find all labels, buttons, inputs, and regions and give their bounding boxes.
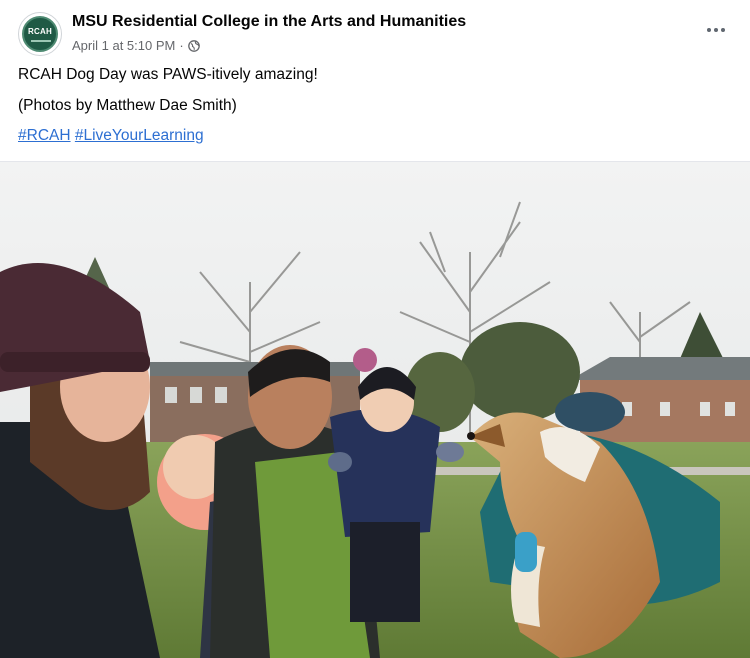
post-meta: April 1 at 5:10 PM · [72,38,200,53]
globe-icon[interactable] [187,39,200,52]
more-options-button[interactable] [704,18,728,42]
hashtag-liveyourlearning-link[interactable]: #LiveYourLearning [75,127,204,144]
post-message-line-1: RCAH Dog Day was PAWS-itively amazing! [18,66,318,83]
more-horizontal-icon [707,28,711,32]
post-hashtags: #RCAH #LiveYourLearning [18,127,204,145]
post-timestamp[interactable]: April 1 at 5:10 PM [72,38,175,53]
post-photo[interactable] [0,162,750,658]
rcah-logo: RCAH [22,16,58,52]
page-name[interactable]: MSU Residential College in the Arts and … [72,13,466,31]
post-message-line-2: (Photos by Matthew Dae Smith) [18,97,237,114]
meta-separator: · [179,38,184,53]
hashtag-rcah-link[interactable]: #RCAH [18,127,71,144]
avatar[interactable]: RCAH [18,12,62,56]
post-header: RCAH MSU Residential College in the Arts… [0,0,750,62]
